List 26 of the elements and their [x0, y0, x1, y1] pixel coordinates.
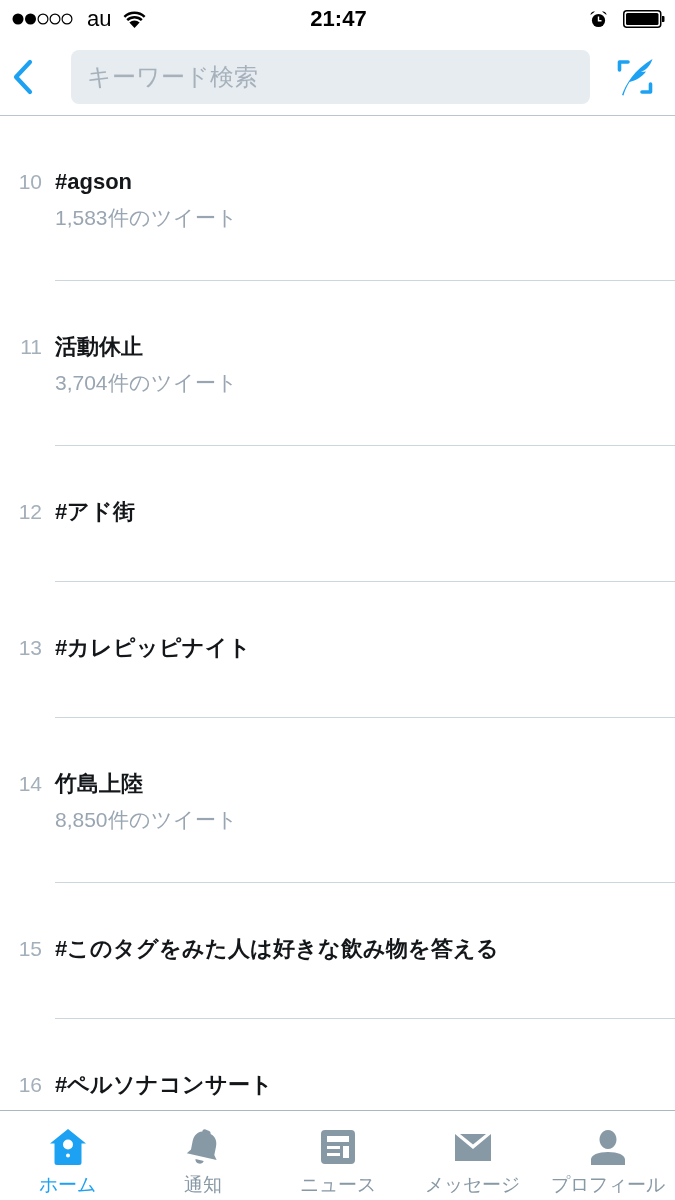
trend-name[interactable]: #ペルソナコンサート: [55, 1067, 675, 1103]
trend-name[interactable]: 活動休止: [55, 329, 675, 365]
clock-time: 21:47: [310, 6, 367, 32]
trend-rank: 12: [18, 500, 42, 523]
back-icon[interactable]: [12, 58, 34, 95]
trend-name[interactable]: #agson: [55, 164, 675, 200]
tweet-count: 8,850件のツイート: [55, 807, 239, 833]
trend-rank: 10: [18, 170, 42, 193]
trend-name[interactable]: #カレピッピナイト: [55, 630, 675, 666]
carrier-name: au: [87, 6, 112, 32]
trend-name[interactable]: 竹島上陸: [55, 766, 675, 802]
trend-rank: 16: [18, 1073, 42, 1096]
trend-rank: 13: [18, 636, 42, 659]
tweet-count: 3,704件のツイート: [55, 370, 239, 396]
trend-rank: 15: [18, 937, 42, 960]
alarm-clock-icon: [590, 10, 607, 28]
search-field[interactable]: キーワード検索: [71, 49, 590, 104]
trend-rank: 11: [20, 335, 42, 358]
trend-name[interactable]: #アド街: [55, 494, 675, 530]
battery-icon: [623, 10, 665, 28]
tweet-count: 1,583件のツイート: [55, 205, 239, 231]
signal-icon: [12, 13, 73, 25]
wifi-icon: [123, 10, 147, 28]
trend-rank: 14: [18, 772, 42, 795]
birdhouse-icon: [47, 1127, 88, 1167]
trend-name[interactable]: #このタグをみた人は好きな飲み物を答える: [55, 931, 675, 967]
